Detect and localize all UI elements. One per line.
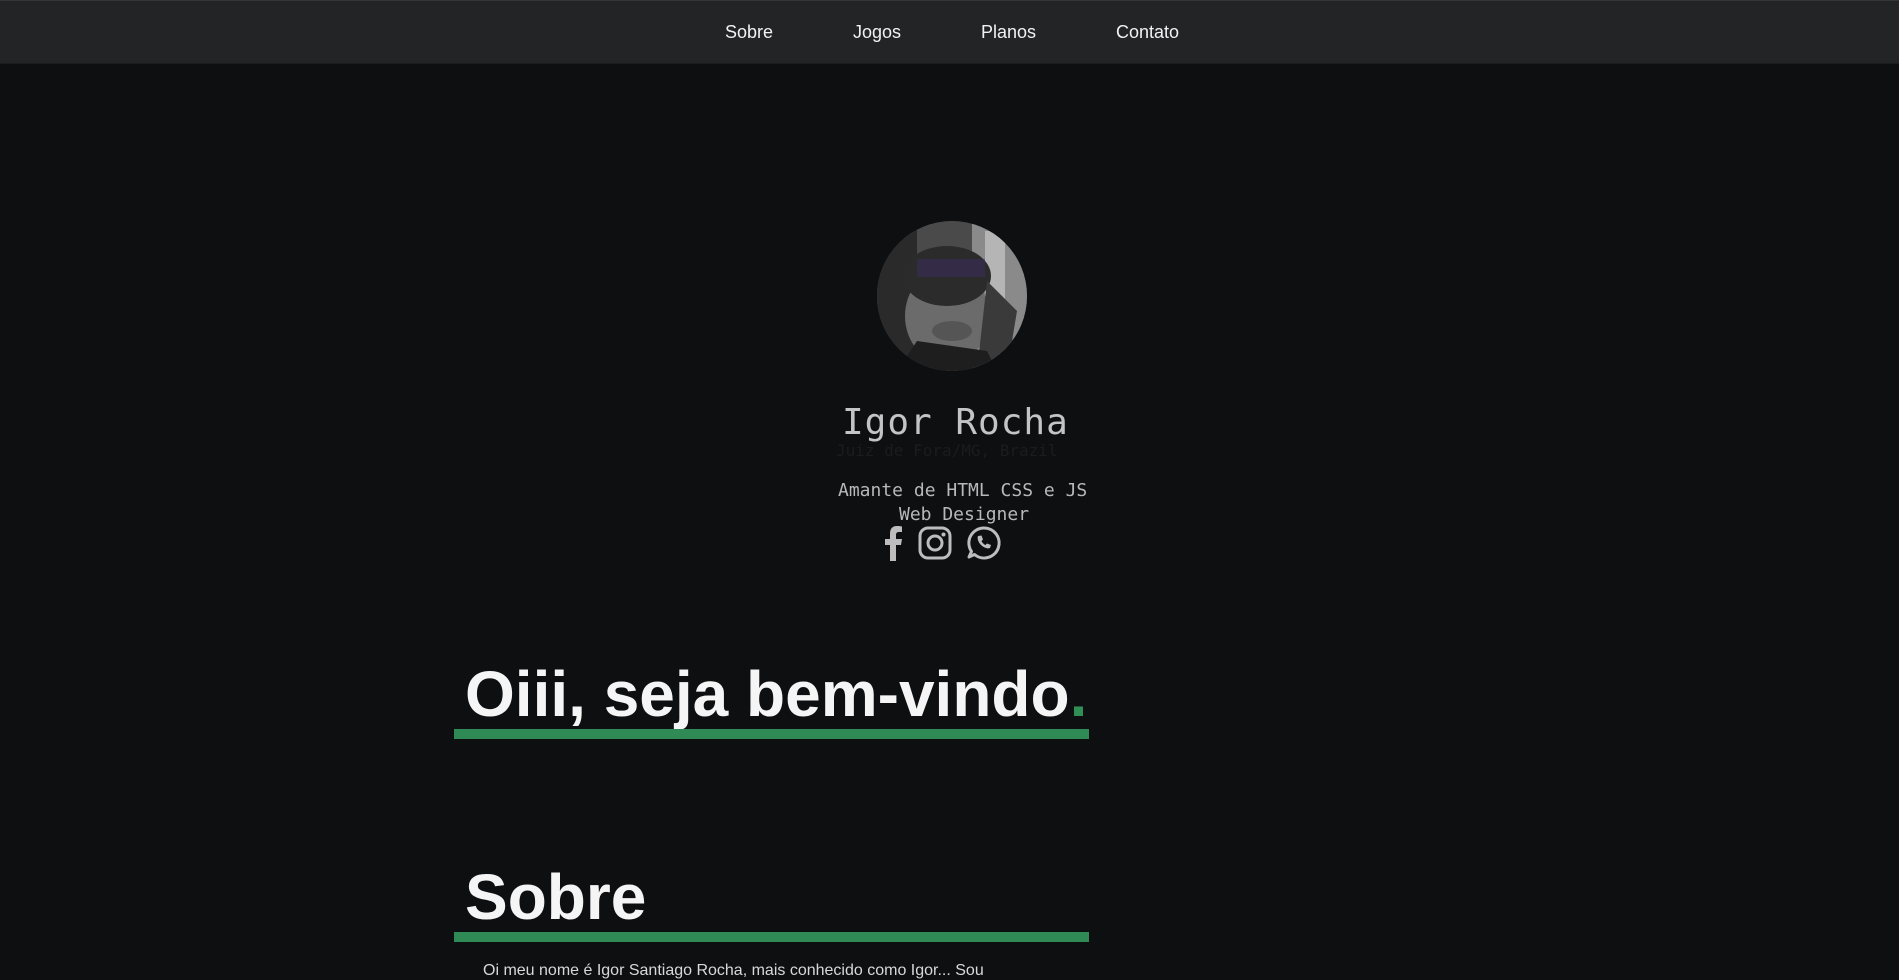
instagram-icon[interactable] <box>918 525 952 561</box>
profile-name: Igor Rocha <box>842 402 1069 443</box>
nav-link-sobre[interactable]: Sobre <box>725 22 773 43</box>
welcome-underline <box>454 729 1089 739</box>
welcome-heading-text: Oiii, seja bem-vindo <box>465 658 1070 730</box>
whatsapp-icon[interactable] <box>966 525 1001 561</box>
welcome-heading-accent: . <box>1069 658 1088 730</box>
profile-avatar <box>877 221 1027 371</box>
about-paragraph: Oi meu nome é Igor Santiago Rocha, mais … <box>483 962 984 979</box>
profile-tagline: Amante de HTML CSS e JS <box>838 480 1088 501</box>
profile-location: Juiz de Fora/MG, Brazil <box>836 441 1058 460</box>
profile-role: Web Designer <box>899 504 1030 525</box>
top-navbar: Sobre Jogos Planos Contato <box>0 0 1899 63</box>
nav-link-planos[interactable]: Planos <box>981 22 1036 43</box>
welcome-heading: Oiii, seja bem-vindo. <box>465 662 1087 726</box>
nav-link-contato[interactable]: Contato <box>1116 22 1179 43</box>
sobre-heading: Sobre <box>465 861 647 933</box>
nav-link-jogos[interactable]: Jogos <box>853 22 901 43</box>
sobre-underline <box>454 932 1089 942</box>
facebook-icon[interactable] <box>881 525 905 561</box>
avatar-photo <box>877 221 1027 371</box>
